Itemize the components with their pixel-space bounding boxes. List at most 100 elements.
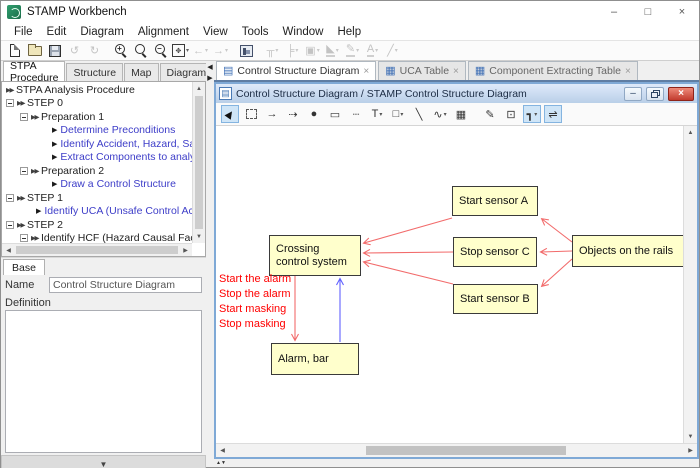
pin-tool[interactable]: ✎ [481, 105, 499, 123]
collapse-expander-icon[interactable] [6, 99, 14, 108]
menu-tools[interactable]: Tools [235, 26, 276, 38]
node-objects-on-the-rails[interactable]: Objects on the rails [572, 235, 683, 267]
collapse-expander-icon[interactable] [20, 234, 28, 243]
scroll-down-icon[interactable]: ▼ [193, 230, 205, 243]
group-button[interactable]: ▣ ▾ [303, 41, 322, 60]
minimize-icon[interactable]: – [624, 86, 642, 101]
tree-item-step-2[interactable]: ▶▶ STEP 2 [2, 218, 192, 232]
open-button[interactable] [25, 41, 44, 60]
line-color-button[interactable]: ✎ ▾ [343, 41, 362, 60]
scroll-right-icon[interactable]: ▶ [684, 444, 697, 457]
tab-map[interactable]: Map [124, 63, 159, 81]
zoom-out-button[interactable]: – [151, 41, 170, 60]
close-icon[interactable]: × [665, 1, 699, 23]
forward-button[interactable]: → ▾ [211, 41, 230, 60]
scroll-up-icon[interactable]: ▲ [684, 126, 697, 139]
tree-item-stpa-analysis-procedure[interactable]: ▶▶ STPA Analysis Procedure [2, 83, 192, 97]
control-action-label[interactable]: Start the alarm [219, 272, 291, 287]
tree-item-step-0[interactable]: ▶▶ STEP 0 [2, 97, 192, 111]
align-top-button[interactable]: ╥ ▾ [263, 41, 282, 60]
image-tool[interactable]: ▦ [452, 105, 470, 123]
collapse-panel-button[interactable]: ▼ [1, 455, 206, 468]
panel-splitter[interactable]: ◀ ▶ [206, 61, 214, 467]
menu-file[interactable]: File [7, 26, 40, 38]
tree-item-extract-components[interactable]: ▶ Extract Components to analyze [2, 151, 192, 165]
edge-objects-to-sensor-a[interactable] [540, 217, 573, 243]
fill-color-button[interactable]: ◣ ▾ [323, 41, 342, 60]
node-start-sensor-b[interactable]: Start sensor B [453, 284, 538, 314]
tab-uca-table[interactable]: ▦ UCA Table × [378, 61, 466, 80]
control-action-label[interactable]: Stop the alarm [219, 287, 291, 302]
fit-view-button[interactable]: ✥ ▾ [171, 41, 190, 60]
redo-button[interactable]: ↻ [85, 41, 104, 60]
zoom-original-button[interactable] [131, 41, 150, 60]
collapse-left-icon[interactable]: ◀ [207, 63, 212, 72]
shape-tool[interactable]: □ ▾ [389, 105, 407, 123]
edge-sensor-b-to-crossing[interactable] [362, 259, 454, 285]
edge-objects-to-sensor-c[interactable] [539, 247, 573, 256]
reroute-tool[interactable]: ⇌ [544, 105, 562, 123]
spin-down-icon[interactable]: ▼ [221, 460, 226, 466]
node-stop-sensor-c[interactable]: Stop sensor C [453, 237, 537, 267]
collapse-expander-icon[interactable] [20, 166, 28, 175]
scrollbar-thumb[interactable] [16, 246, 178, 254]
save-button[interactable] [45, 41, 64, 60]
expand-right-icon[interactable]: ▶ [207, 74, 212, 83]
dashed-line-tool[interactable]: ┈ [347, 105, 365, 123]
tree-item-identify-uca[interactable]: ▶Identify UCA (Unsafe Control Action) [2, 205, 192, 219]
point-tool[interactable]: ● [305, 105, 323, 123]
arrow-tool[interactable]: → [263, 105, 281, 123]
new-file-button[interactable] [5, 41, 24, 60]
scrollbar-thumb[interactable] [195, 96, 203, 229]
restore-icon[interactable] [646, 86, 664, 101]
tree-item-preparation-1[interactable]: ▶▶ Preparation 1 [2, 110, 192, 124]
collapse-expander-icon[interactable] [20, 112, 28, 121]
align-left-button[interactable]: ╞ ▾ [283, 41, 302, 60]
tab-base[interactable]: Base [3, 259, 45, 275]
scroll-down-icon[interactable]: ▼ [684, 430, 697, 443]
layout-switch-button[interactable] [237, 41, 256, 60]
maximize-icon[interactable]: □ [631, 1, 665, 23]
node-crossing-control-system[interactable]: Crossing control system [269, 235, 361, 276]
tree-vertical-scrollbar[interactable]: ▲ ▼ [192, 82, 205, 243]
scroll-left-icon[interactable]: ◀ [2, 244, 15, 256]
tab-structure[interactable]: Structure [66, 63, 124, 81]
close-tab-icon[interactable]: × [363, 66, 369, 77]
tree-horizontal-scrollbar[interactable]: ◀ ▶ [2, 243, 192, 256]
collapse-expander-icon[interactable] [6, 220, 14, 229]
edge-sensor-c-to-crossing[interactable] [362, 248, 454, 257]
line-tool[interactable]: ╲ [410, 105, 428, 123]
scroll-up-icon[interactable]: ▲ [193, 82, 205, 95]
canvas-vertical-scrollbar[interactable]: ▲ ▼ [683, 126, 697, 443]
menu-view[interactable]: View [196, 26, 235, 38]
diagram-canvas[interactable]: Crossing control system Alarm, bar Start… [216, 126, 683, 443]
zoom-in-button[interactable]: + [111, 41, 130, 60]
scrollbar-thumb[interactable] [365, 446, 566, 455]
name-input[interactable] [49, 277, 202, 293]
marquee-select-tool[interactable] [242, 105, 260, 123]
curve-tool[interactable]: ∿ ▾ [431, 105, 449, 123]
canvas-horizontal-scrollbar[interactable]: ◀ ▶ [216, 443, 697, 457]
dashed-arrow-tool[interactable]: ⇢ [284, 105, 302, 123]
collapse-expander-icon[interactable] [6, 193, 14, 202]
text-tool[interactable]: T ▾ [368, 105, 386, 123]
node-alarm-bar[interactable]: Alarm, bar [271, 343, 359, 375]
tab-stpa-procedure[interactable]: STPA Procedure [3, 60, 66, 84]
menu-diagram[interactable]: Diagram [73, 26, 130, 38]
tab-control-structure-diagram[interactable]: ▤ Control Structure Diagram × [216, 61, 377, 80]
menu-help[interactable]: Help [330, 26, 368, 38]
scroll-right-icon[interactable]: ▶ [179, 244, 192, 256]
font-color-button[interactable]: A ▾ [363, 41, 382, 60]
back-button[interactable]: ← ▾ [191, 41, 210, 60]
scroll-left-icon[interactable]: ◀ [216, 444, 229, 457]
diagram-window-titlebar[interactable]: ▤ Control Structure Diagram / STAMP Cont… [216, 84, 697, 103]
connector-style-button[interactable]: ╱ ▾ [383, 41, 402, 60]
tree-item-preparation-2[interactable]: ▶▶ Preparation 2 [2, 164, 192, 178]
control-action-label[interactable]: Stop masking [219, 317, 291, 332]
close-icon[interactable]: × [668, 86, 694, 101]
tree-item-draw-control-structure[interactable]: ▶ Draw a Control Structure [2, 178, 192, 192]
node-tool[interactable]: ▭ [326, 105, 344, 123]
tree-item-determine-preconditions[interactable]: ▶ Determine Preconditions [2, 124, 192, 138]
close-tab-icon[interactable]: × [453, 66, 459, 77]
tree-item-step-1[interactable]: ▶▶ STEP 1 [2, 191, 192, 205]
